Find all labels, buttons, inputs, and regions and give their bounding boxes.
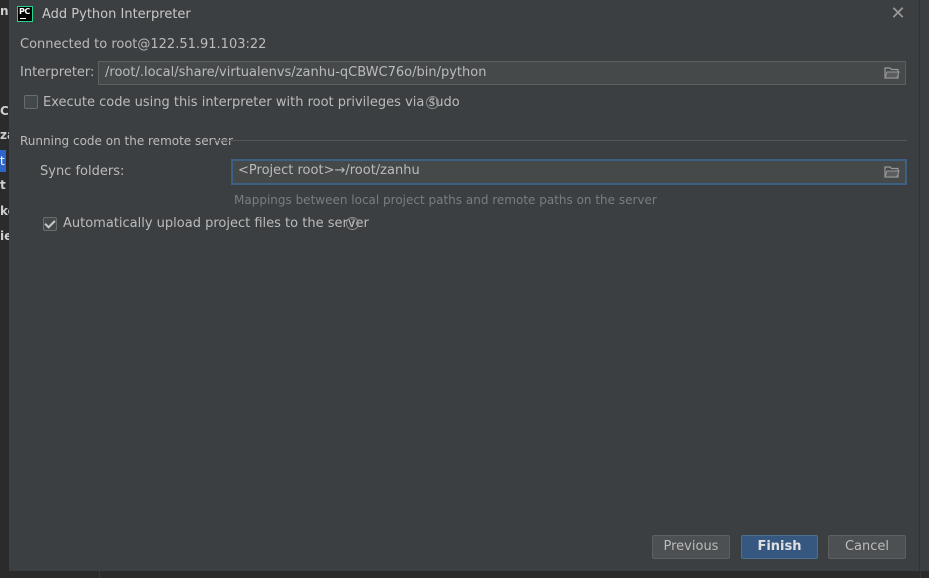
section-title: Running code on the remote server (20, 134, 233, 148)
cancel-button[interactable]: Cancel (828, 535, 906, 559)
interpreter-path-field[interactable]: /root/.local/share/virtualenvs/zanhu-qCB… (98, 61, 906, 85)
sudo-checkbox[interactable] (24, 95, 38, 109)
close-icon[interactable]: ✕ (888, 4, 908, 24)
help-icon[interactable]: ? (426, 96, 439, 109)
background-text: t (0, 178, 6, 192)
auto-upload-checkbox[interactable] (43, 217, 57, 231)
sync-folders-label: Sync folders: (40, 164, 125, 179)
background-status-strip (0, 571, 929, 578)
sync-folders-field[interactable]: <Project root>→/root/zanhu (231, 159, 907, 185)
interpreter-path-value: /root/.local/share/virtualenvs/zanhu-qCB… (105, 65, 487, 80)
background-text: ke (0, 204, 9, 218)
section-divider (215, 140, 907, 141)
pycharm-app-icon: PC (17, 6, 33, 22)
interpreter-label: Interpreter: (20, 65, 95, 80)
finish-button[interactable]: Finish (741, 535, 818, 559)
sudo-label[interactable]: Execute code using this interpreter with… (43, 95, 460, 110)
background-ide-panel (0, 0, 9, 578)
dialog-title: Add Python Interpreter (42, 7, 191, 22)
sync-folders-value: <Project root>→/root/zanhu (238, 163, 420, 178)
folder-icon[interactable] (884, 165, 900, 179)
background-text: C (0, 104, 9, 118)
folder-icon[interactable] (884, 66, 900, 80)
background-text: za (0, 128, 9, 142)
title-bar[interactable]: PC Add Python Interpreter ✕ (9, 0, 919, 30)
add-python-interpreter-dialog: PC Add Python Interpreter ✕ Connected to… (9, 0, 920, 571)
background-text: ie (0, 229, 9, 243)
auto-upload-label[interactable]: Automatically upload project files to th… (63, 216, 369, 231)
background-selected-item: t (0, 150, 6, 172)
help-icon[interactable]: ? (346, 217, 359, 230)
background-text: n (0, 4, 9, 18)
previous-button[interactable]: Previous (652, 535, 730, 559)
connection-status: Connected to root@122.51.91.103:22 (20, 37, 267, 52)
sync-folders-hint: Mappings between local project paths and… (234, 193, 657, 207)
